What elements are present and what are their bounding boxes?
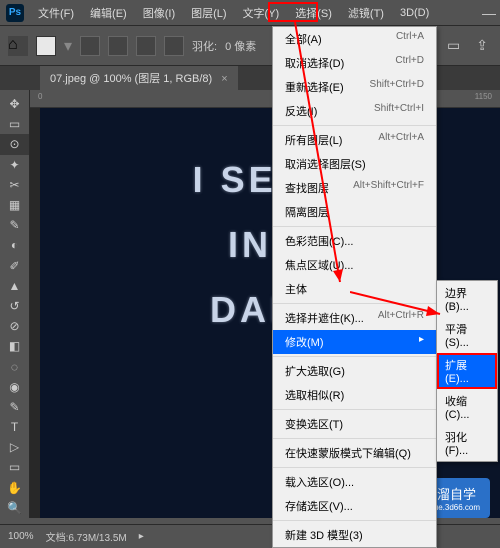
ps-logo: Ps: [6, 4, 24, 22]
menu-item[interactable]: 焦点区域(U)...: [273, 253, 436, 277]
stamp-tool[interactable]: ▲: [0, 276, 29, 296]
menu-item[interactable]: 反选(I)Shift+Ctrl+I: [273, 99, 436, 123]
feather-label: 羽化:: [192, 38, 217, 54]
menu-edit[interactable]: 编辑(E): [82, 1, 135, 25]
menu-item[interactable]: 新建 3D 模型(3): [273, 523, 436, 547]
menu-layer[interactable]: 图层(L): [183, 1, 234, 25]
screen-mode-icon[interactable]: ▭: [443, 37, 464, 54]
minimize-icon[interactable]: —: [478, 5, 500, 21]
feather-value[interactable]: 0 像素: [225, 38, 256, 54]
mode-icon-1[interactable]: [80, 36, 100, 56]
document-tab-title: 07.jpeg @ 100% (图层 1, RGB/8): [50, 73, 212, 85]
mode-icon-2[interactable]: [108, 36, 128, 56]
zoom-tool[interactable]: 🔍: [0, 498, 29, 518]
menubar: Ps 文件(F) 编辑(E) 图像(I) 图层(L) 文字(Y) 选择(S) 滤…: [0, 0, 500, 26]
menu-item[interactable]: 隔离图层: [273, 200, 436, 224]
menu-item[interactable]: 全部(A)Ctrl+A: [273, 27, 436, 51]
hand-tool[interactable]: ✋: [0, 478, 29, 498]
submenu-item[interactable]: 平滑(S)...: [437, 317, 497, 353]
heal-tool[interactable]: ◐: [0, 235, 29, 255]
history-brush-tool[interactable]: ↺: [0, 296, 29, 316]
select-menu-dropdown: 全部(A)Ctrl+A取消选择(D)Ctrl+D重新选择(E)Shift+Ctr…: [272, 26, 437, 548]
menu-item[interactable]: 修改(M): [273, 330, 436, 354]
menu-filter[interactable]: 滤镜(T): [340, 1, 392, 25]
doc-info-arrow-icon[interactable]: ▸: [139, 531, 144, 542]
zoom-level[interactable]: 100%: [8, 531, 34, 542]
path-tool[interactable]: ▷: [0, 437, 29, 457]
menu-item[interactable]: 存储选区(V)...: [273, 494, 436, 518]
pen-tool[interactable]: ✎: [0, 397, 29, 417]
mode-icon-3[interactable]: [136, 36, 156, 56]
eyedropper-tool[interactable]: ✎: [0, 215, 29, 235]
menu-select[interactable]: 选择(S): [287, 1, 340, 25]
marquee-icon[interactable]: [36, 36, 56, 56]
menu-type[interactable]: 文字(Y): [235, 1, 288, 25]
submenu-item[interactable]: 收缩(C)...: [437, 389, 497, 425]
menu-item[interactable]: 选择并遮住(K)...Alt+Ctrl+R: [273, 306, 436, 330]
menu-3d[interactable]: 3D(D): [392, 3, 437, 23]
menu-item[interactable]: 载入选区(O)...: [273, 470, 436, 494]
menu-item[interactable]: 在快速蒙版模式下编辑(Q): [273, 441, 436, 465]
menu-item[interactable]: 取消选择图层(S): [273, 152, 436, 176]
wand-tool[interactable]: ✦: [0, 155, 29, 175]
blur-tool[interactable]: ◌: [0, 356, 29, 376]
menu-item[interactable]: 选取相似(R): [273, 383, 436, 407]
brush-tool[interactable]: ✐: [0, 256, 29, 276]
submenu-item[interactable]: 扩展(E)...: [437, 353, 497, 389]
eraser-tool[interactable]: ⊘: [0, 316, 29, 336]
dodge-tool[interactable]: ◉: [0, 377, 29, 397]
crop-tool[interactable]: ✂: [0, 175, 29, 195]
marquee-tool[interactable]: ▭: [0, 114, 29, 134]
close-tab-icon[interactable]: ×: [221, 73, 227, 85]
menu-item[interactable]: 所有图层(L)Alt+Ctrl+A: [273, 128, 436, 152]
submenu-item[interactable]: 羽化(F)...: [437, 425, 497, 461]
modify-submenu: 边界(B)...平滑(S)...扩展(E)...收缩(C)...羽化(F)...: [436, 280, 498, 462]
submenu-item[interactable]: 边界(B)...: [437, 281, 497, 317]
menu-item[interactable]: 查找图层Alt+Shift+Ctrl+F: [273, 176, 436, 200]
share-icon[interactable]: ⇪: [472, 37, 492, 54]
tool-home-icon[interactable]: ⌂: [8, 36, 28, 56]
move-tool[interactable]: ✥: [0, 94, 29, 114]
menu-item[interactable]: 变换选区(T): [273, 412, 436, 436]
shape-tool[interactable]: ▭: [0, 457, 29, 477]
menu-item[interactable]: 取消选择(D)Ctrl+D: [273, 51, 436, 75]
document-tab[interactable]: 07.jpeg @ 100% (图层 1, RGB/8) ×: [40, 66, 238, 90]
lasso-tool[interactable]: ⊙: [0, 134, 29, 154]
menu-item[interactable]: 色彩范围(C)...: [273, 229, 436, 253]
doc-info: 文档:6.73M/13.5M: [46, 529, 127, 544]
menu-item[interactable]: 扩大选取(G): [273, 359, 436, 383]
gradient-tool[interactable]: ◧: [0, 336, 29, 356]
tools-panel: ✥ ▭ ⊙ ✦ ✂ ▦ ✎ ◐ ✐ ▲ ↺ ⊘ ◧ ◌ ◉ ✎ T ▷ ▭ ✋ …: [0, 90, 30, 518]
mode-icon-4[interactable]: [164, 36, 184, 56]
menu-item[interactable]: 主体: [273, 277, 436, 301]
menu-file[interactable]: 文件(F): [30, 1, 82, 25]
frame-tool[interactable]: ▦: [0, 195, 29, 215]
menu-item[interactable]: 重新选择(E)Shift+Ctrl+D: [273, 75, 436, 99]
type-tool[interactable]: T: [0, 417, 29, 437]
menu-image[interactable]: 图像(I): [135, 1, 183, 25]
